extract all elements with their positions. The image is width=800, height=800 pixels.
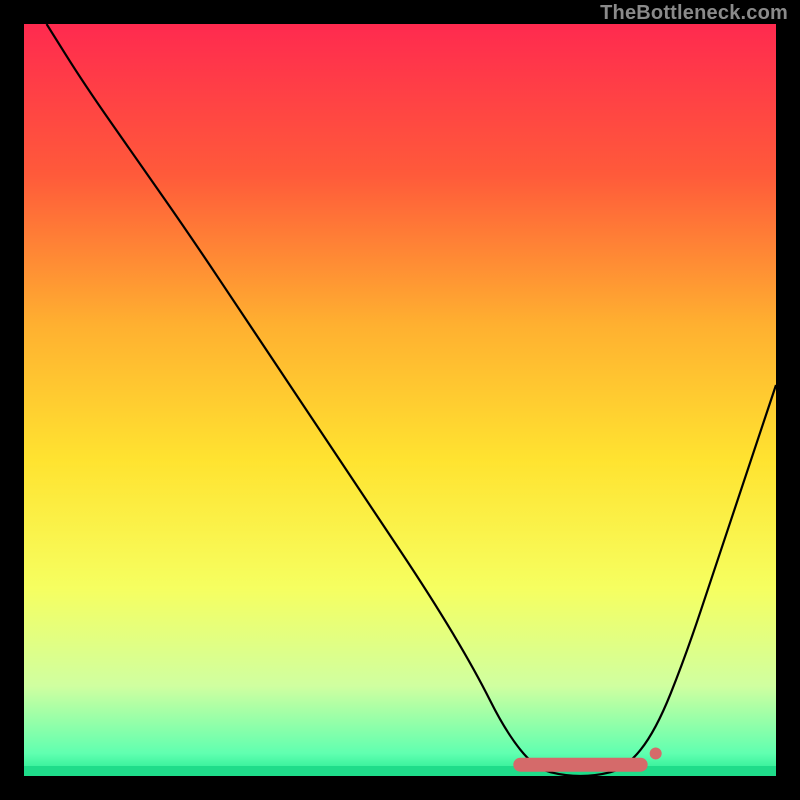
plot-area [24, 24, 776, 776]
optimal-region-endpoint [650, 747, 662, 759]
gradient-background [24, 24, 776, 776]
chart-frame: TheBottleneck.com [0, 0, 800, 800]
baseline-band [24, 766, 776, 776]
chart-svg [24, 24, 776, 776]
watermark-text: TheBottleneck.com [600, 2, 788, 25]
